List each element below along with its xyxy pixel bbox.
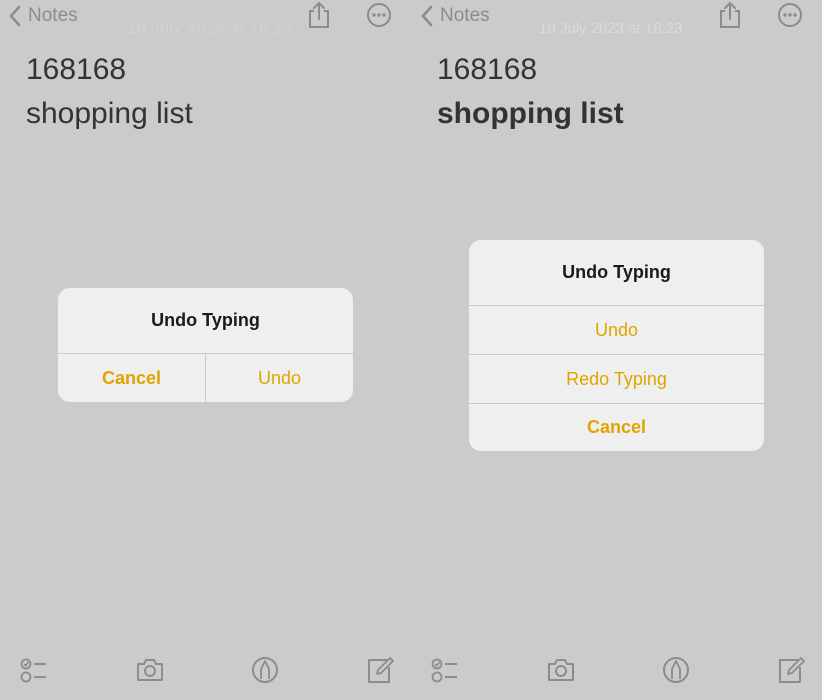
alert-title: Undo Typing bbox=[469, 240, 764, 306]
back-button[interactable]: Notes bbox=[420, 2, 490, 30]
checklist-icon bbox=[20, 658, 46, 683]
alert-title: Undo Typing bbox=[58, 288, 353, 354]
camera-button[interactable] bbox=[134, 654, 166, 686]
bottom-toolbar bbox=[411, 644, 822, 700]
note-content[interactable]: 168168 shopping list bbox=[26, 48, 193, 136]
note-timestamp: 10 July 2023 at 18:23 bbox=[539, 20, 683, 37]
share-button[interactable] bbox=[716, 0, 744, 30]
pen-circle-icon bbox=[252, 657, 278, 683]
more-circle-icon bbox=[778, 3, 802, 27]
more-button[interactable] bbox=[365, 0, 393, 30]
undo-button[interactable]: Undo bbox=[469, 306, 764, 355]
back-label: Notes bbox=[440, 5, 490, 26]
share-button[interactable] bbox=[305, 0, 333, 30]
markup-button[interactable] bbox=[249, 654, 281, 686]
compose-button[interactable] bbox=[364, 654, 396, 686]
cancel-button[interactable]: Cancel bbox=[58, 354, 206, 402]
undo-alert: Undo Typing Undo Redo Typing Cancel bbox=[469, 240, 764, 451]
share-icon bbox=[720, 2, 740, 28]
note-line-title: shopping list bbox=[26, 97, 193, 130]
camera-icon bbox=[137, 659, 163, 681]
more-button[interactable] bbox=[776, 0, 804, 30]
left-screen: Notes 10 July 2023 at 18:23 168168 shopp… bbox=[0, 0, 411, 700]
back-button[interactable]: Notes bbox=[8, 2, 78, 30]
bottom-toolbar bbox=[0, 644, 411, 700]
pen-circle-icon bbox=[663, 657, 689, 683]
note-line-number: 168168 bbox=[26, 53, 127, 86]
note-line-title: shopping list bbox=[437, 97, 624, 130]
note-timestamp: 10 July 2023 at 18:23 bbox=[128, 20, 293, 37]
nav-bar: Notes 10 July 2023 at 18:23 bbox=[0, 0, 411, 37]
nav-bar: Notes 10 July 2023 at 18:23 bbox=[411, 0, 822, 37]
undo-button[interactable]: Undo bbox=[206, 354, 353, 402]
cancel-button[interactable]: Cancel bbox=[469, 404, 764, 451]
back-label: Notes bbox=[28, 5, 78, 26]
right-screen: Notes 10 July 2023 at 18:23 168168 shopp… bbox=[411, 0, 822, 700]
note-content[interactable]: 168168 shopping list bbox=[437, 48, 624, 136]
compose-icon bbox=[368, 657, 394, 683]
chevron-left-icon bbox=[9, 5, 21, 27]
undo-alert: Undo Typing Cancel Undo bbox=[58, 288, 353, 402]
compose-icon bbox=[779, 657, 805, 683]
camera-button[interactable] bbox=[545, 654, 577, 686]
checklist-icon bbox=[431, 658, 457, 683]
markup-button[interactable] bbox=[660, 654, 692, 686]
redo-typing-button[interactable]: Redo Typing bbox=[469, 355, 764, 404]
checklist-button[interactable] bbox=[18, 654, 50, 686]
share-icon bbox=[309, 2, 329, 28]
note-line-number: 168168 bbox=[437, 53, 538, 86]
more-circle-icon bbox=[367, 3, 391, 27]
chevron-left-icon bbox=[421, 5, 433, 27]
compose-button[interactable] bbox=[775, 654, 807, 686]
checklist-button[interactable] bbox=[429, 654, 461, 686]
camera-icon bbox=[548, 659, 574, 681]
